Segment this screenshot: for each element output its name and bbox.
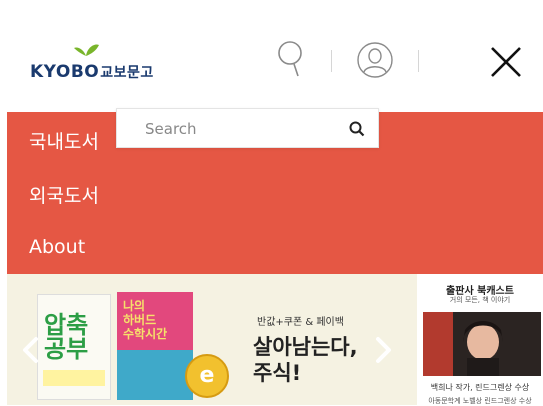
podcast-panel[interactable]: 출판사 북캐스트 거의 모든, 책 이야기 백희나 작가, 린드그렌상 수상 아…	[417, 274, 543, 405]
header-separator	[331, 50, 332, 72]
close-icon[interactable]	[489, 45, 523, 79]
search-icon[interactable]	[274, 38, 306, 78]
podcast-caption: 백희나 작가, 린드그렌상 수상	[430, 383, 530, 392]
menu-item-foreign-books[interactable]: 외국도서	[29, 181, 99, 208]
header: KYOBO교보문고	[0, 0, 543, 110]
kyobo-logo[interactable]: KYOBO교보문고	[30, 40, 180, 82]
book-band	[43, 370, 105, 386]
search-button-icon[interactable]	[348, 120, 366, 138]
chevron-right-icon[interactable]	[373, 336, 393, 364]
leaf-logo-icon	[74, 44, 99, 56]
promo-title: 살아남는다, 주식!	[253, 335, 358, 386]
menu-item-about[interactable]: About	[29, 236, 85, 258]
author-photo[interactable]	[423, 312, 541, 376]
book-title: 나의 하버드 수학시간	[123, 299, 168, 341]
chevron-left-icon[interactable]	[21, 336, 41, 364]
user-icon[interactable]	[355, 40, 395, 80]
podcast-subtitle: 거의 모든, 책 이야기	[449, 296, 511, 304]
author-photo-graphic	[423, 312, 541, 376]
search-input[interactable]	[145, 119, 335, 139]
book-cover[interactable]: 나의 하버드 수학시간	[117, 292, 193, 400]
book-title: 압축 공부	[44, 311, 89, 363]
search-box	[116, 108, 379, 148]
header-separator	[418, 50, 419, 72]
logo-english: KYOBO	[30, 62, 100, 82]
promo-subtitle: 반값+쿠폰 & 페이백	[257, 317, 344, 328]
coin-graphic: e	[185, 354, 229, 398]
promo-banner[interactable]: 압축 공부 나의 하버드 수학시간 e 반값+쿠폰 & 페이백 살아남는다, 주…	[7, 274, 417, 405]
book-illustration	[117, 350, 193, 400]
logo-korean: 교보문고	[100, 65, 154, 81]
menu-item-domestic-books[interactable]: 국내도서	[29, 127, 99, 154]
logo-text: KYOBO교보문고	[30, 62, 154, 82]
book-cover[interactable]: 압축 공부	[37, 294, 111, 400]
